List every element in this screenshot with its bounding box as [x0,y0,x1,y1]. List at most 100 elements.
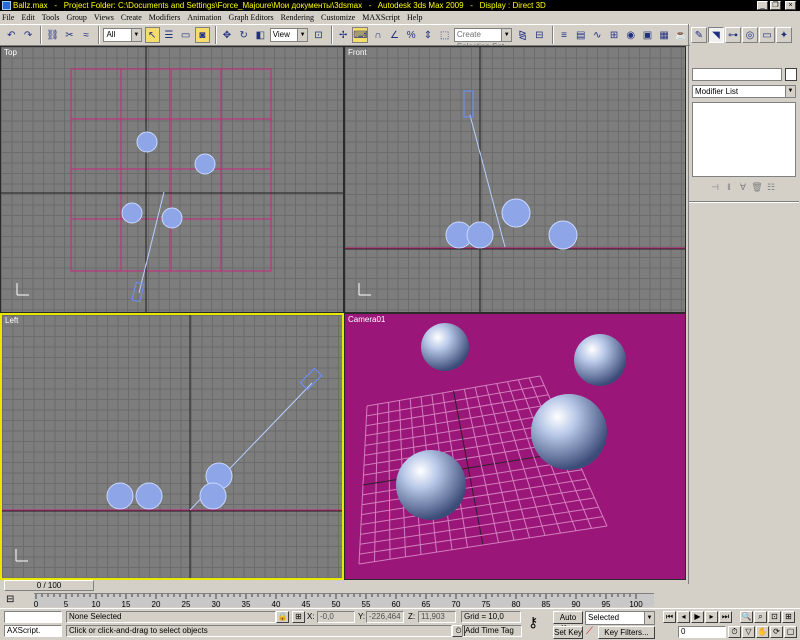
key-filters-button[interactable]: Key Filters... [598,626,655,639]
material-editor-icon[interactable]: ◉ [623,27,638,43]
camera-sphere[interactable] [574,334,626,386]
graphite-ribbon-icon[interactable]: ▤ [573,27,588,43]
menu-help[interactable]: Help [407,13,423,22]
menu-file[interactable]: File [2,13,14,22]
maximize-viewport-icon[interactable]: ▢ [784,626,797,638]
front-sphere[interactable] [466,221,494,249]
minimize-icon[interactable]: _ [757,1,768,10]
viewport-label-left[interactable]: Left [5,316,18,325]
viewport-top[interactable]: Top [0,46,344,313]
motion-tab-icon[interactable]: ◎ [742,27,758,43]
modifier-stack[interactable] [692,102,796,177]
menu-customize[interactable]: Customize [321,13,355,22]
render-frame-icon[interactable]: ▦ [657,27,672,43]
edit-named-selection-icon[interactable]: ⬚ [437,27,452,43]
pin-stack-icon[interactable]: ⊣ [709,182,721,194]
menu-graph-editors[interactable]: Graph Editors [229,13,274,22]
mirror-icon[interactable]: ⧎ [515,27,530,43]
menu-views[interactable]: Views [94,13,114,22]
viewport-front[interactable]: Front [344,46,686,313]
top-sphere[interactable] [194,153,216,175]
create-tab-icon[interactable]: ✎ [691,27,707,43]
go-to-start-icon[interactable]: ⏮ [663,611,676,623]
app-icon[interactable] [2,1,11,10]
viewport-label-front[interactable]: Front [348,48,367,57]
left-camera-icon[interactable] [299,367,323,391]
front-camera-icon[interactable] [463,90,474,118]
angle-snap-icon[interactable]: ∠ [387,27,402,43]
front-sphere[interactable] [548,220,578,250]
zoom-extents-icon[interactable]: ⊡ [768,611,781,623]
selection-filter-dropdown[interactable]: All ▼ [103,28,142,42]
restore-icon[interactable]: ❐ [770,1,781,10]
front-sphere[interactable] [501,198,531,228]
play-icon[interactable]: ▶ [691,611,704,623]
hierarchy-tab-icon[interactable]: ⊶ [725,27,741,43]
orbit-icon[interactable]: ⟳ [770,626,783,638]
left-sphere[interactable] [199,482,227,510]
snaps-toggle-icon[interactable]: ∩ [370,27,385,43]
close-icon[interactable]: × [785,1,796,10]
quick-render-icon[interactable]: ☕ [673,27,688,43]
spinner-snap-icon[interactable]: ⇕ [421,27,436,43]
reference-coordinate-dropdown[interactable]: View ▼ [269,28,309,42]
time-configuration-icon[interactable]: ⏱ [728,626,741,638]
pivot-center-icon[interactable]: ⊡ [311,27,326,43]
set-key-icon[interactable]: ⚷ [528,614,538,631]
maxscript-mini-listener[interactable]: AXScript. [4,625,62,637]
track-ruler[interactable]: 0 5 10 15 20 25 30 35 40 45 50 55 60 65 70 75 80 85 90 95 10… [34,593,654,609]
modify-tab-icon[interactable]: ◥ [708,27,724,43]
select-object-icon[interactable]: ↖ [144,27,160,43]
align-icon[interactable]: ⊟ [532,27,547,43]
menu-maxscript[interactable]: MAXScript [362,13,400,22]
configure-modifier-sets-icon[interactable]: ☷ [765,182,777,194]
menu-animation[interactable]: Animation [187,13,221,22]
x-coordinate-field[interactable]: -0,0 [317,611,355,623]
selection-lock-icon[interactable]: 🔒 [276,611,289,623]
menu-tools[interactable]: Tools [42,13,60,22]
auto-key-button[interactable]: Auto Key [553,611,583,633]
next-frame-icon[interactable]: ▸ [705,611,718,623]
select-by-name-icon[interactable]: ☰ [162,27,177,43]
unlink-icon[interactable]: ✂ [62,27,77,43]
y-coordinate-field[interactable]: -226,464 [366,611,404,623]
viewport-label-top[interactable]: Top [4,48,17,57]
mini-curve-editor-icon[interactable]: ⊟ [6,594,14,605]
camera-sphere[interactable] [531,394,607,470]
go-to-end-icon[interactable]: ⏭ [719,611,732,623]
undo-icon[interactable]: ↶ [4,27,19,43]
top-camera-icon[interactable] [131,281,145,303]
menu-edit[interactable]: Edit [21,13,34,22]
top-sphere[interactable] [161,207,183,229]
maxscript-listener[interactable] [4,611,62,623]
previous-frame-icon[interactable]: ◂ [677,611,690,623]
top-sphere[interactable] [121,202,143,224]
zoom-all-icon[interactable]: ⌕ [754,611,767,623]
show-end-result-icon[interactable]: ‖ [723,182,735,194]
rectangular-selection-icon[interactable]: ▭ [178,27,193,43]
pan-view-icon[interactable]: ✋ [756,626,769,638]
keyboard-shortcut-override-icon[interactable]: ⌨ [352,27,369,43]
zoom-icon[interactable]: 🔍 [740,611,753,623]
key-mode-dropdown[interactable]: Selected ▼ [585,611,655,625]
time-slider[interactable]: 0 / 100 [4,580,94,591]
named-selection-sets-dropdown[interactable]: Create Selection Set▼ [453,28,513,51]
remove-modifier-icon[interactable]: 🗑 [751,182,763,194]
select-and-manipulate-icon[interactable]: ✢ [336,27,351,43]
display-tab-icon[interactable]: ▭ [759,27,775,43]
current-frame-field[interactable]: 0 [678,626,726,638]
left-sphere[interactable] [135,482,163,510]
select-and-scale-icon[interactable]: ◧ [253,27,268,43]
utilities-tab-icon[interactable]: ✦ [776,27,792,43]
select-and-link-icon[interactable]: ⛓ [45,27,60,43]
viewport-label-camera[interactable]: Camera01 [348,315,385,324]
window-crossing-icon[interactable]: ◙ [194,27,210,43]
curve-editor-icon[interactable]: ∿ [590,27,605,43]
layer-manager-icon[interactable]: ≡ [557,27,572,43]
menu-group[interactable]: Group [66,13,86,22]
schematic-view-icon[interactable]: ⊞ [607,27,622,43]
make-unique-icon[interactable]: ∀ [737,182,749,194]
select-and-move-icon[interactable]: ✥ [220,27,235,43]
camera-sphere[interactable] [396,450,466,520]
left-sphere[interactable] [106,482,134,510]
